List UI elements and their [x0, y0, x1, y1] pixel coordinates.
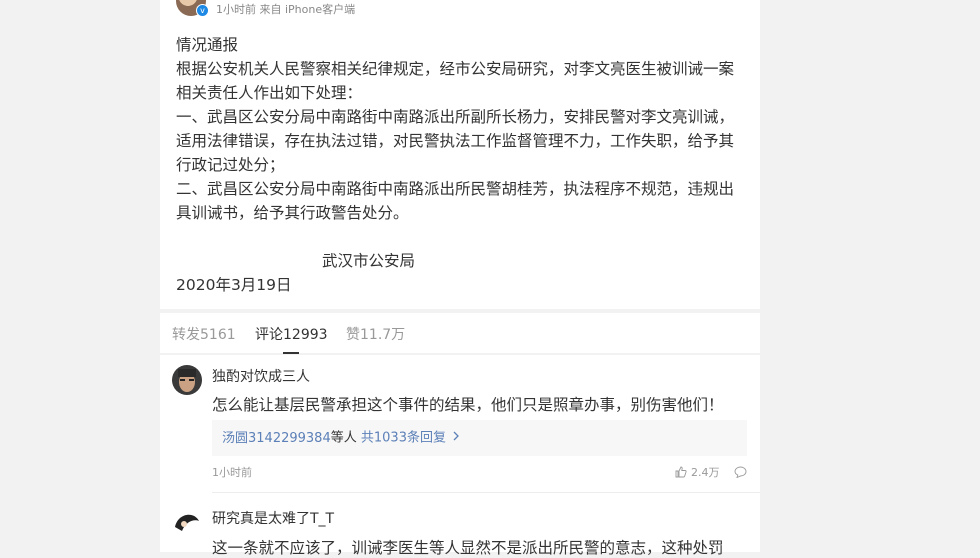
- reply-count-link[interactable]: 共1033条回复: [361, 431, 446, 446]
- comment-actions: 2.4万: [675, 464, 747, 480]
- commenter-avatar[interactable]: [172, 507, 202, 537]
- commenter-name[interactable]: 研究真是太难了T_T: [212, 508, 334, 528]
- post-date: 2020年3月19日: [176, 276, 292, 294]
- reply-mid-text: 等人: [330, 430, 357, 446]
- post-card: v 1小时前 来自 iPhone客户端 情况通报 根据公安机关人民警察相关纪律规…: [160, 0, 760, 309]
- post-paragraph: 根据公安机关人民警察相关纪律规定，经市公安局研究，对李文亮医生被训诫一案相关责任…: [176, 60, 735, 102]
- tab-likes[interactable]: 赞11.7万: [346, 324, 405, 344]
- verified-icon: v: [196, 4, 209, 17]
- tab-reposts[interactable]: 转发5161: [172, 324, 236, 344]
- comment-time: 1小时前: [212, 466, 252, 479]
- reply-summary[interactable]: 汤圆3142299384等人 共1033条回复: [212, 420, 747, 456]
- like-icon[interactable]: [675, 466, 687, 478]
- tab-comments[interactable]: 评论12993: [255, 324, 328, 354]
- comment-divider: [212, 492, 760, 493]
- reply-users[interactable]: 汤圆3142299384: [212, 431, 331, 446]
- comment-text: 这一条就不应该了，训诫李医生等人显然不是派出所民警的意志，这种处罚: [212, 539, 724, 557]
- post-paragraph: 二、武昌区公安分局中南路街中南路派出所民警胡桂芳，执法程序不规范，违规出具训诫书…: [176, 180, 735, 222]
- like-count[interactable]: 2.4万: [691, 464, 720, 480]
- post-meta-text: 1小时前 来自 iPhone客户端: [216, 3, 356, 16]
- commenter-name[interactable]: 独酌对饮成三人: [212, 366, 310, 386]
- commenter-avatar[interactable]: [172, 365, 202, 395]
- interaction-tabs: 转发5161 评论12993 赞11.7万: [160, 313, 760, 354]
- poster-avatar[interactable]: v: [176, 0, 209, 17]
- comment-list: 独酌对饮成三人 怎么能让基层民警承担这个事件的结果，他们只是照章办事，别伤害他们…: [160, 355, 760, 557]
- comment-text: 怎么能让基层民警承担这个事件的结果，他们只是照章办事，别伤害他们！: [212, 396, 724, 414]
- post-signer: 武汉市公安局: [322, 252, 416, 270]
- comment-icon[interactable]: [734, 466, 747, 478]
- weibo-column: v 1小时前 来自 iPhone客户端 情况通报 根据公安机关人民警察相关纪律规…: [160, 0, 760, 557]
- post-meta: v 1小时前 来自 iPhone客户端: [176, 0, 355, 18]
- post-body: 情况通报 根据公安机关人民警察相关纪律规定，经市公安局研究，对李文亮医生被训诫一…: [176, 33, 746, 225]
- post-paragraph: 一、武昌区公安分局中南路街中南路派出所副所长杨力，安排民警对李文亮训诫，适用法律…: [176, 108, 735, 174]
- post-title: 情况通报: [176, 36, 239, 54]
- chevron-right-icon: [452, 420, 460, 456]
